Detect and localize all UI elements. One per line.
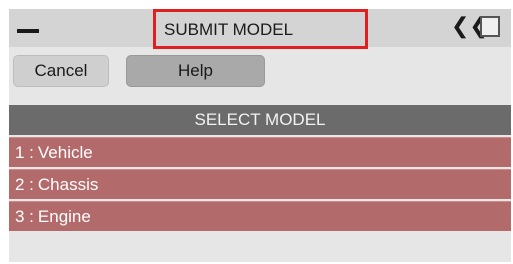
submit-model-panel: SUBMIT MODEL ❮❮ Cancel Help SELECT MODEL… xyxy=(9,9,511,262)
cancel-button[interactable]: Cancel xyxy=(13,55,109,87)
help-button[interactable]: Help xyxy=(126,55,265,87)
model-row-index: 3 : xyxy=(15,206,34,226)
model-row-label: Chassis xyxy=(37,174,99,194)
model-row-engine[interactable]: 3 : Engine xyxy=(9,201,511,231)
model-row-label: Vehicle xyxy=(37,142,93,162)
select-model-header: SELECT MODEL xyxy=(9,105,511,135)
model-row-vehicle[interactable]: 1 : Vehicle xyxy=(9,137,511,167)
minimize-icon[interactable] xyxy=(17,29,39,33)
model-row-index: 1 : xyxy=(15,142,34,162)
window-title: SUBMIT MODEL xyxy=(164,20,294,39)
model-row-label: Engine xyxy=(37,206,91,226)
model-row-chassis[interactable]: 2 : Chassis xyxy=(9,169,511,199)
model-row-index: 2 : xyxy=(15,174,34,194)
maximize-icon[interactable] xyxy=(480,16,500,37)
